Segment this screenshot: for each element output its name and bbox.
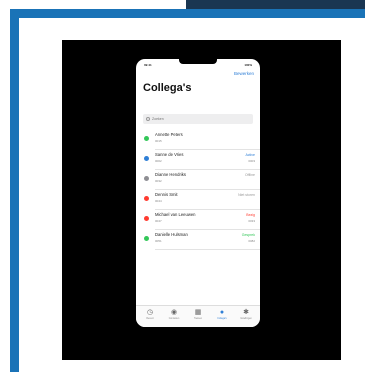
contact-name: Dianne Hendriks <box>155 172 186 177</box>
status-bar: 09:41 100% <box>136 59 260 71</box>
contact-extension: 0044 <box>155 199 162 203</box>
search-icon <box>146 117 150 121</box>
phone-notch <box>179 59 217 64</box>
clock-icon: ◷ <box>146 309 154 316</box>
keypad-icon: ▦ <box>194 309 202 316</box>
contact-row[interactable]: Dennis Smit 0044 Niet storen <box>136 189 260 209</box>
gear-icon: ✱ <box>243 309 249 316</box>
search-input[interactable] <box>152 116 242 122</box>
contact-name: Dennis Smit <box>155 192 178 197</box>
contact-extension: 0032 <box>155 179 162 183</box>
tab-recent[interactable]: ◷ Recent <box>138 309 162 325</box>
contact-name: Annette Peters <box>155 132 183 137</box>
contact-extension: 0047 <box>155 219 162 223</box>
contact-status: Gesprek <box>241 233 255 237</box>
contact-extension-secondary: 0003 <box>248 159 255 163</box>
header-dark-bar <box>186 0 365 9</box>
contact-extension: 0051 <box>155 239 162 243</box>
page-title: Collega's <box>143 82 192 94</box>
contact-extension: 0015 <box>155 139 162 143</box>
contact-status: Active <box>245 153 255 157</box>
contact-row[interactable]: Michael van Leeuwen 0047 Bezig 0033 <box>136 209 260 229</box>
contact-name: Sanne de Vries <box>155 152 184 157</box>
frame-left-border <box>10 9 19 372</box>
phone-screen: 09:41 100% Bewerken Collega's Annette Pe… <box>136 59 260 327</box>
contact-name: Michael van Leeuwen <box>155 212 196 217</box>
contact-status: Niet storen <box>238 193 255 197</box>
contact-extension-secondary: 0033 <box>248 219 255 223</box>
contact-extension: 0002 <box>155 159 162 163</box>
tab-toetsen[interactable]: ▦ Toetsen <box>186 309 210 325</box>
tab-label: Collega's <box>217 318 227 320</box>
row-divider <box>155 248 260 249</box>
presence-dot <box>144 156 149 161</box>
status-time: 09:41 <box>144 63 152 67</box>
contact-list: Annette Peters 0015 Sanne de Vries 0002 … <box>136 129 260 249</box>
presence-dot <box>144 216 149 221</box>
contact-status: Offline <box>244 173 255 177</box>
edit-button[interactable]: Bewerken <box>234 71 254 76</box>
tab-bar: ◷ Recent ◉ Contacten ▦ Toetsen ● Collega… <box>136 305 260 327</box>
tab-label: Recent <box>146 318 154 320</box>
contact-row[interactable]: Danielle Hulsman 0051 Gesprek 0082 <box>136 229 260 249</box>
tab-label: Instellingen <box>240 318 252 320</box>
presence-dot <box>144 136 149 141</box>
presence-dot <box>144 236 149 241</box>
tab-instellingen[interactable]: ✱ Instellingen <box>234 309 258 325</box>
contact-status: Bezig <box>246 213 255 217</box>
contact-row[interactable]: Dianne Hendriks 0032 Offline <box>136 169 260 189</box>
tab-contacten[interactable]: ◉ Contacten <box>162 309 186 325</box>
contact-row[interactable]: Annette Peters 0015 <box>136 129 260 149</box>
tab-label: Contacten <box>168 318 180 320</box>
people-icon: ● <box>219 309 225 316</box>
presence-dot <box>144 196 149 201</box>
tab-collegas[interactable]: ● Collega's <box>210 309 234 325</box>
battery-status: 100% <box>244 63 252 67</box>
presence-dot <box>144 176 149 181</box>
contact-name: Danielle Hulsman <box>155 232 188 237</box>
frame-top-border <box>10 9 365 18</box>
contact-row[interactable]: Sanne de Vries 0002 Active 0003 <box>136 149 260 169</box>
contact-extension-secondary: 0082 <box>248 239 255 243</box>
tab-label: Toetsen <box>193 318 203 320</box>
person-icon: ◉ <box>170 309 178 316</box>
search-bar[interactable] <box>143 114 253 124</box>
